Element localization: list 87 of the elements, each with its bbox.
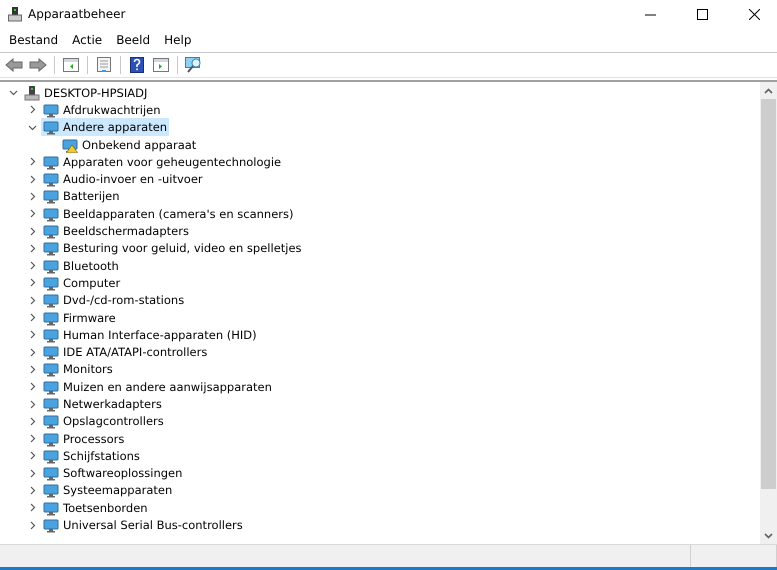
- device-icon: [43, 413, 59, 430]
- chevron-icon[interactable]: [28, 313, 36, 322]
- chevron-icon[interactable]: [28, 468, 36, 478]
- device-icon: [43, 171, 59, 188]
- tree-item[interactable]: Monitors: [41, 360, 115, 378]
- tree-item[interactable]: Toetsenborden: [41, 498, 150, 517]
- device-icon: [43, 430, 59, 447]
- tree-item[interactable]: Universal Serial Bus-controllers: [41, 516, 245, 534]
- device-icon: [43, 378, 59, 395]
- tree-item[interactable]: Netwerkadapters: [41, 395, 164, 413]
- tree-item[interactable]: Schijfstations: [41, 446, 142, 465]
- device-icon: [43, 344, 59, 360]
- device-manager-icon: [8, 6, 22, 22]
- chevron-icon[interactable]: [28, 261, 36, 270]
- tree-item[interactable]: Batterijen: [41, 187, 122, 206]
- chevron-icon[interactable]: [28, 244, 36, 253]
- menu-item[interactable]: Bestand: [2, 31, 66, 49]
- chevron-icon[interactable]: [28, 400, 36, 408]
- tree-item[interactable]: Firmware: [41, 308, 118, 327]
- chevron-icon[interactable]: [28, 486, 36, 495]
- chevron-icon[interactable]: [8, 88, 18, 98]
- chevron-icon[interactable]: [28, 348, 36, 357]
- device-icon: [43, 154, 59, 170]
- device-icon: [43, 119, 59, 136]
- tree-item[interactable]: Processors: [41, 430, 126, 448]
- tree-item[interactable]: Muizen en andere aanwijsapparaten: [41, 378, 274, 396]
- chevron-icon[interactable]: [28, 434, 36, 444]
- computer-icon: [24, 84, 40, 101]
- chevron-icon[interactable]: [28, 503, 36, 512]
- chevron-down-icon: [764, 532, 773, 538]
- device-icon: [43, 292, 59, 308]
- chevron-icon[interactable]: [28, 451, 36, 460]
- device-icon: [43, 500, 59, 516]
- tree-item[interactable]: Systeemapparaten: [41, 481, 174, 500]
- device-icon: [43, 258, 59, 274]
- chevron-icon[interactable]: [28, 278, 36, 288]
- tree-item[interactable]: Beeldschermadapters: [41, 222, 191, 240]
- menu-item[interactable]: Beeld: [109, 31, 158, 49]
- tree-item[interactable]: Computer: [41, 274, 122, 292]
- device-icon: [43, 448, 59, 464]
- window-title: Apparaatbeheer: [28, 7, 126, 21]
- device-icon: [43, 482, 59, 498]
- tree-item[interactable]: Beeldapparaten (camera's en scanners): [41, 204, 296, 223]
- chevron-icon[interactable]: [28, 192, 36, 201]
- tree-item[interactable]: Andere apparaten: [41, 118, 170, 136]
- menu-item[interactable]: Actie: [65, 31, 110, 49]
- tree-item[interactable]: Onbekend apparaat: [60, 136, 198, 154]
- chevron-icon[interactable]: [28, 520, 36, 530]
- device-icon: [43, 223, 59, 240]
- device-icon: [43, 240, 59, 256]
- scrollbar[interactable]: [760, 82, 777, 544]
- device-icon: [43, 465, 59, 482]
- chevron-icon[interactable]: [28, 209, 36, 218]
- tree-item[interactable]: Apparaten voor geheugentechnologie: [41, 152, 284, 171]
- chevron-icon[interactable]: [28, 330, 36, 340]
- device-icon: [43, 310, 59, 326]
- tree-item[interactable]: DESKTOP-HPSIADJ: [22, 84, 150, 102]
- device-icon: [43, 517, 59, 534]
- device-icon: [43, 361, 59, 378]
- maximize-icon: [696, 8, 708, 20]
- tree-item[interactable]: Afdrukwachtrijen: [41, 100, 163, 119]
- chevron-icon[interactable]: [28, 296, 36, 305]
- tree-item[interactable]: Audio-invoer en -uitvoer: [41, 170, 205, 188]
- device-icon: [43, 326, 59, 343]
- tree-item[interactable]: Besturing voor geluid, video en spelletjes: [41, 239, 304, 258]
- tree-item[interactable]: Bluetooth: [41, 256, 121, 275]
- tree-item[interactable]: Human Interface-apparaten (HID): [41, 326, 259, 344]
- tree-item[interactable]: IDE ATA/ATAPI-controllers: [41, 343, 210, 362]
- chevron-icon[interactable]: [28, 105, 36, 114]
- chevron-icon[interactable]: [28, 382, 36, 392]
- device-icon: [43, 396, 59, 412]
- chevron-up-icon: [764, 88, 773, 94]
- device-icon: [43, 102, 59, 118]
- device-icon: [43, 274, 59, 291]
- chevron-icon[interactable]: [28, 174, 36, 184]
- device-icon: [43, 206, 59, 222]
- chevron-icon[interactable]: [28, 226, 36, 236]
- tree-item[interactable]: Opslagcontrollers: [41, 412, 166, 430]
- device-icon: [43, 188, 59, 204]
- menu-item[interactable]: Help: [157, 31, 198, 49]
- tree-item[interactable]: Softwareoplossingen: [41, 464, 184, 482]
- tree-item[interactable]: Dvd-/cd-rom-stations: [41, 291, 186, 310]
- chevron-icon[interactable]: [28, 364, 36, 374]
- chevron-icon[interactable]: [28, 122, 36, 132]
- chevron-icon[interactable]: [28, 416, 36, 426]
- chevron-icon[interactable]: [28, 157, 36, 166]
- close-icon: [748, 8, 760, 20]
